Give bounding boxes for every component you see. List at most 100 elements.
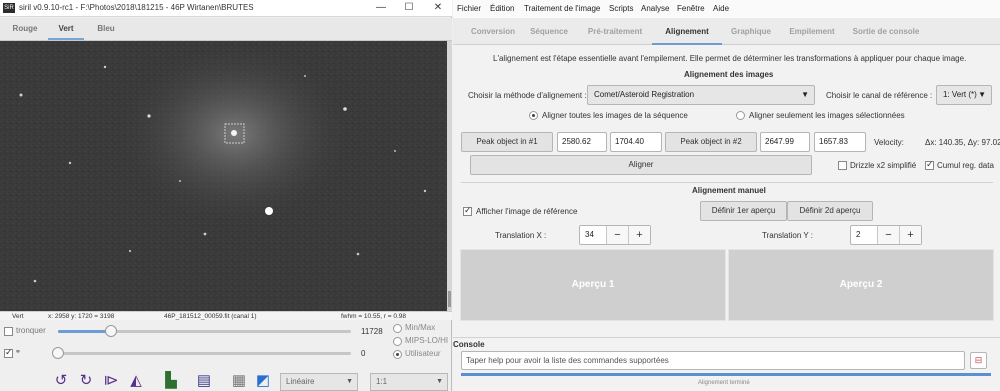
radio-utilisateur[interactable] xyxy=(393,350,402,359)
translation-x-label: Translation X : xyxy=(495,231,547,240)
tab-empilement[interactable]: Empilement xyxy=(784,18,840,45)
menu-aide[interactable]: Aide xyxy=(713,0,729,18)
radio-align-selected-label: Aligner seulement les images sélectionné… xyxy=(749,111,905,120)
drizzle-checkbox[interactable] xyxy=(838,161,847,170)
peak2-button[interactable]: Peak object in #2 xyxy=(665,132,757,152)
tab-conversion[interactable]: Conversion xyxy=(461,18,525,45)
radio-align-all[interactable] xyxy=(529,111,538,120)
translation-y-spinner[interactable]: 2 − + xyxy=(850,225,922,245)
method-label: Choisir la méthode d'alignement : xyxy=(468,91,587,100)
translation-x-increment[interactable]: + xyxy=(628,226,650,244)
tab-graphique[interactable]: Graphique xyxy=(725,18,777,45)
maximize-button[interactable]: ☐ xyxy=(395,0,423,16)
radio-mips-label: MIPS-LO/HI xyxy=(405,336,449,345)
min-slider-knob[interactable] xyxy=(52,347,64,359)
auto-checkbox[interactable] xyxy=(4,347,13,358)
method-dropdown[interactable]: Comet/Asteroid Registration ▼ xyxy=(587,85,815,105)
radio-mips[interactable] xyxy=(393,337,402,346)
zoom-combo[interactable]: 1:1 ▼ xyxy=(370,373,448,391)
image-viewer-window: SiR siril v0.9.10-rc1 - F:\Photos\2018\1… xyxy=(0,0,452,391)
manual-section-title: Alignement manuel xyxy=(692,186,766,195)
channel-dropdown[interactable]: 1: Vert (*) ▼ xyxy=(936,85,992,105)
tab-alignement[interactable]: Alignement xyxy=(652,18,722,45)
close-button[interactable]: ✕ xyxy=(424,0,452,16)
translation-y-value: 2 xyxy=(856,230,861,239)
scrollbar-thumb[interactable] xyxy=(448,291,451,307)
translation-y-increment[interactable]: + xyxy=(899,226,921,244)
menu-fenetre[interactable]: Fenêtre xyxy=(677,0,705,18)
colormap-icon[interactable]: ◩ xyxy=(254,372,272,390)
translation-y-decrement[interactable]: − xyxy=(877,226,899,244)
min-value: 0 xyxy=(361,349,366,358)
tab-pretraitement[interactable]: Pré-traitement xyxy=(581,18,649,45)
tab-sequence[interactable]: Séquence xyxy=(525,18,573,45)
tab-bleu[interactable]: Bleu xyxy=(86,18,126,40)
peak1-x-field[interactable]: 2580.62 xyxy=(557,132,607,152)
chevron-down-icon: ▼ xyxy=(346,378,353,385)
tab-vert[interactable]: Vert xyxy=(48,18,84,40)
scale-combo[interactable]: Linéaire ▼ xyxy=(280,373,358,391)
max-slider-fill xyxy=(58,330,111,333)
astro-image xyxy=(0,41,447,311)
peak1-button[interactable]: Peak object in #1 xyxy=(461,132,553,152)
histogram-icon[interactable]: ▙ xyxy=(162,372,180,390)
max-slider-knob[interactable] xyxy=(104,325,117,337)
tab-console[interactable]: Sortie de console xyxy=(848,18,924,45)
peak2-y-field[interactable]: 1657.83 xyxy=(814,132,866,152)
rotate-left-icon[interactable]: ↺ xyxy=(52,372,70,390)
console-input[interactable]: Taper help pour avoir la liste des comma… xyxy=(461,351,965,370)
tronquer-label: tronquer xyxy=(16,326,46,335)
flip-horizontal-icon[interactable]: ⧐ xyxy=(102,372,120,390)
title-bar: SiR siril v0.9.10-rc1 - F:\Photos\2018\1… xyxy=(0,0,452,17)
status-coords: x: 2958 y: 1720 = 3198 xyxy=(48,313,115,320)
section-divider xyxy=(461,182,993,183)
radio-minmax[interactable] xyxy=(393,324,402,333)
viewport-scrollbar[interactable] xyxy=(447,41,452,311)
define-first-preview-button[interactable]: Définir 1er aperçu xyxy=(700,201,787,221)
radio-align-selected[interactable] xyxy=(736,111,745,120)
status-filename: 46P_181512_00059.fit (canal 1) xyxy=(164,313,257,320)
translation-x-spinner[interactable]: 34 − + xyxy=(579,225,651,245)
info-icon[interactable]: ▤ xyxy=(195,372,213,390)
menu-edition[interactable]: Édition xyxy=(490,0,514,18)
peak2-x-field[interactable]: 2647.99 xyxy=(760,132,810,152)
cumul-label: Cumul reg. data xyxy=(937,161,994,170)
velocity-value: Δx: 140.35, Δy: 97.02 xyxy=(925,138,1000,147)
show-ref-checkbox[interactable] xyxy=(463,205,472,216)
menu-analyse[interactable]: Analyse xyxy=(641,0,669,18)
menu-scripts[interactable]: Scripts xyxy=(609,0,633,18)
tronquer-checkbox[interactable] xyxy=(4,327,13,336)
console-divider xyxy=(453,337,1000,338)
peak1-y-field[interactable]: 1704.40 xyxy=(610,132,662,152)
preview-2[interactable]: Aperçu 2 xyxy=(728,249,994,321)
console-label: Console xyxy=(453,340,485,349)
photometry-icon[interactable]: ▦ xyxy=(230,372,248,390)
translation-x-decrement[interactable]: − xyxy=(606,226,628,244)
chain-icon: ⚭ xyxy=(15,349,21,356)
menu-traitement[interactable]: Traitement de l'image xyxy=(524,0,600,18)
define-second-preview-button[interactable]: Définir 2d aperçu xyxy=(787,201,873,221)
max-slider[interactable] xyxy=(58,330,351,333)
minimize-button[interactable]: — xyxy=(367,0,395,16)
control-window: Fichier Édition Traitement de l'image Sc… xyxy=(453,0,1000,391)
status-channel: Vert xyxy=(12,313,24,320)
rotate-right-icon[interactable]: ↻ xyxy=(77,372,95,390)
status-fwhm: fwhm = 10.55, r = 0.98 xyxy=(341,313,407,320)
velocity-label: Velocity: xyxy=(874,138,904,147)
channel-tabs: Rouge Vert Bleu xyxy=(0,18,452,41)
status-text: Alignement terminé xyxy=(698,380,750,386)
preview-1[interactable]: Aperçu 1 xyxy=(460,249,726,321)
menu-bar: Fichier Édition Traitement de l'image Sc… xyxy=(453,0,1000,18)
main-tabs: Conversion Séquence Pré-traitement Align… xyxy=(453,18,1000,45)
console-clear-icon[interactable]: ⊟ xyxy=(970,352,987,369)
image-viewport[interactable] xyxy=(0,41,447,311)
tab-rouge[interactable]: Rouge xyxy=(4,18,46,40)
aligner-button[interactable]: Aligner xyxy=(470,155,812,175)
translation-y-label: Translation Y : xyxy=(762,231,813,240)
flip-vertical-icon[interactable]: ◭ xyxy=(127,372,145,390)
show-ref-label: Afficher l'image de référence xyxy=(476,207,578,216)
intro-text: L'alignement est l'étape essentielle ava… xyxy=(493,54,967,63)
cumul-checkbox[interactable] xyxy=(925,159,934,170)
min-slider[interactable] xyxy=(58,352,351,355)
menu-fichier[interactable]: Fichier xyxy=(457,0,481,18)
